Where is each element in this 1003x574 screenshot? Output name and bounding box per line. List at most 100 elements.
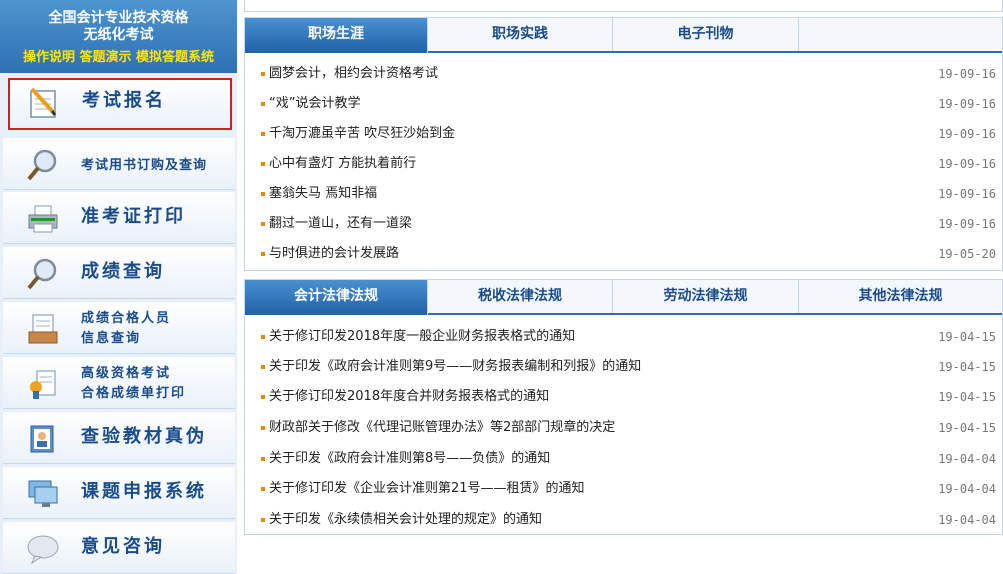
sidebar-item-verify-textbook[interactable]: 查验教材真伪 — [3, 412, 235, 464]
bullet-icon — [261, 192, 265, 196]
magnifier-icon — [27, 258, 57, 290]
document-tray-icon — [28, 314, 58, 344]
news-title-link[interactable]: 翻过一道山，还有一道梁 — [269, 209, 412, 239]
sidebar: 全国会计专业技术资格 无纸化考试 操作说明 答题演示 模拟答题系统 考试报名 考… — [0, 0, 237, 574]
tab-labor-law[interactable]: 劳动法律法规 — [613, 280, 799, 313]
list-item: 塞翁失马 焉知非福 19-09-16 — [245, 179, 1002, 209]
bullet-icon — [261, 335, 265, 339]
regulations-panel: 会计法律法规 税收法律法规 劳动法律法规 其他法律法规 关于修订印发2018年度… — [244, 279, 1003, 535]
list-item: 关于印发《政府会计准则第9号——财务报表编制和列报》的通知 19-04-15 — [245, 352, 1002, 382]
tab-career[interactable]: 职场生涯 — [245, 18, 428, 53]
sidebar-item-label: 成绩查询 — [81, 261, 165, 282]
regulation-title-link[interactable]: 关于修订印发《企业会计准则第21号——租赁》的通知 — [269, 474, 585, 504]
list-item: 心中有盏灯 方能执着前行 19-09-16 — [245, 149, 1002, 179]
list-item: 财政部关于修改《代理记账管理办法》等2部部门规章的决定 19-04-15 — [245, 413, 1002, 443]
list-item: “戏”说会计教学 19-09-16 — [245, 89, 1002, 119]
regulation-date: 19-04-04 — [938, 513, 996, 527]
sidebar-item-feedback[interactable]: 意见咨询 — [3, 522, 235, 574]
exam-banner: 全国会计专业技术资格 无纸化考试 操作说明 答题演示 模拟答题系统 — [0, 0, 237, 73]
regulation-date: 19-04-15 — [938, 360, 996, 374]
magnifier-icon — [27, 149, 57, 181]
news-date: 19-09-16 — [938, 67, 996, 81]
top-panel-edge — [244, 0, 1003, 12]
career-news-panel: 职场生涯 职场实践 电子刊物 圆梦会计，相约会计资格考试 19-09-16 “戏”… — [244, 17, 1003, 271]
sidebar-item-senior-certificate[interactable]: 高级资格考试 合格成绩单打印 — [3, 357, 235, 409]
list-item: 翻过一道山，还有一道梁 19-09-16 — [245, 209, 1002, 239]
news-title-link[interactable]: 心中有盏灯 方能执着前行 — [269, 149, 416, 179]
bullet-icon — [261, 162, 265, 166]
sidebar-item-admission-ticket[interactable]: 准考证打印 — [3, 192, 235, 244]
list-item: 关于修订印发2018年度合并财务报表格式的通知 19-04-15 — [245, 382, 1002, 412]
sidebar-item-exam-registration[interactable]: 考试报名 — [8, 78, 232, 130]
sidebar-item-label-line1: 成绩合格人员 — [81, 311, 172, 326]
operation-guide-link[interactable]: 操作说明 — [23, 50, 75, 65]
sidebar-item-label: 准考证打印 — [81, 206, 186, 227]
bullet-icon — [261, 395, 265, 399]
list-item: 千淘万漉虽辛苦 吹尽狂沙始到金 19-09-16 — [245, 119, 1002, 149]
speech-bubble-icon — [27, 535, 59, 565]
news-date: 19-09-16 — [938, 97, 996, 111]
tab-other-law[interactable]: 其他法律法规 — [799, 280, 1002, 313]
sidebar-item-label-line2: 信息查询 — [81, 331, 142, 346]
banner-title-line1: 全国会计专业技术资格 — [48, 10, 189, 26]
bullet-icon — [261, 72, 265, 76]
sidebar-item-label: 查验教材真伪 — [81, 426, 207, 447]
news-title-link[interactable]: 千淘万漉虽辛苦 吹尽狂沙始到金 — [269, 119, 455, 149]
banner-title-line2: 无纸化考试 — [83, 27, 154, 43]
list-item: 与时俱进的会计发展路 19-05-20 — [245, 239, 1002, 269]
bullet-icon — [261, 222, 265, 226]
regulation-date: 19-04-04 — [938, 452, 996, 466]
banner-links: 操作说明 答题演示 模拟答题系统 — [0, 50, 237, 66]
sidebar-item-label-line1: 高级资格考试 — [81, 366, 172, 381]
sidebar-item-book-order[interactable]: 考试用书订购及查询 — [3, 138, 235, 190]
sidebar-item-qualified-info[interactable]: 成绩合格人员 信息查询 — [3, 302, 235, 354]
tab-practice[interactable]: 职场实践 — [428, 18, 613, 51]
bullet-icon — [261, 252, 265, 256]
answer-demo-link[interactable]: 答题演示 — [79, 50, 131, 65]
sidebar-item-score-query[interactable]: 成绩查询 — [3, 247, 235, 299]
monitor-icon — [28, 480, 58, 507]
sidebar-item-label: 课题申报系统 — [81, 481, 207, 502]
mock-answer-system-link[interactable]: 模拟答题系统 — [136, 50, 214, 65]
regulation-title-link[interactable]: 关于印发《政府会计准则第9号——财务报表编制和列报》的通知 — [269, 352, 641, 382]
regulation-title-link[interactable]: 关于修订印发2018年度合并财务报表格式的通知 — [269, 382, 549, 412]
regulation-title-link[interactable]: 关于印发《政府会计准则第8号——负债》的通知 — [269, 444, 550, 474]
news-title-link[interactable]: “戏”说会计教学 — [269, 89, 360, 119]
news-date: 19-09-16 — [938, 187, 996, 201]
regulation-title-link[interactable]: 关于修订印发2018年度一般企业财务报表格式的通知 — [269, 322, 575, 352]
bullet-icon — [261, 132, 265, 136]
regulation-date: 19-04-04 — [938, 482, 996, 496]
tab-accounting-law[interactable]: 会计法律法规 — [245, 280, 428, 315]
regulation-date: 19-04-15 — [938, 390, 996, 404]
sidebar-item-project-application[interactable]: 课题申报系统 — [3, 467, 235, 519]
bullet-icon — [261, 102, 265, 106]
list-item: 圆梦会计，相约会计资格考试 19-09-16 — [245, 59, 1002, 89]
news-date: 19-09-16 — [938, 127, 996, 141]
sidebar-item-label: 高级资格考试 合格成绩单打印 — [81, 364, 221, 404]
sidebar-item-label: 成绩合格人员 信息查询 — [81, 309, 221, 349]
printer-icon — [28, 205, 58, 233]
bullet-icon — [261, 365, 265, 369]
book-check-icon — [30, 425, 54, 453]
list-item: 关于修订印发2018年度一般企业财务报表格式的通知 19-04-15 — [245, 322, 1002, 352]
list-item: 关于印发《永续债相关会计处理的规定》的通知 19-04-04 — [245, 505, 1002, 535]
regulations-tabs: 会计法律法规 税收法律法规 劳动法律法规 其他法律法规 — [245, 280, 1002, 315]
tab-tax-law[interactable]: 税收法律法规 — [428, 280, 613, 313]
list-item: 关于修订印发《企业会计准则第21号——租赁》的通知 19-04-04 — [245, 474, 1002, 504]
tab-e-journal[interactable]: 电子刊物 — [613, 18, 799, 51]
list-item: 关于印发《政府会计准则第8号——负债》的通知 19-04-04 — [245, 444, 1002, 474]
sidebar-item-label-line2: 合格成绩单打印 — [81, 386, 187, 401]
bullet-icon — [261, 457, 265, 461]
news-date: 19-09-16 — [938, 217, 996, 231]
regulation-title-link[interactable]: 财政部关于修改《代理记账管理办法》等2部部门规章的决定 — [269, 413, 615, 443]
notepad-pencil-icon — [30, 87, 57, 118]
bullet-icon — [261, 487, 265, 491]
news-title-link[interactable]: 圆梦会计，相约会计资格考试 — [269, 59, 438, 89]
regulation-date: 19-04-15 — [938, 330, 996, 344]
regulation-title-link[interactable]: 关于印发《永续债相关会计处理的规定》的通知 — [269, 505, 542, 535]
news-date: 19-05-20 — [938, 247, 996, 261]
certificate-icon — [30, 370, 56, 399]
bullet-icon — [261, 518, 265, 522]
news-title-link[interactable]: 与时俱进的会计发展路 — [269, 239, 399, 269]
news-title-link[interactable]: 塞翁失马 焉知非福 — [269, 179, 377, 209]
